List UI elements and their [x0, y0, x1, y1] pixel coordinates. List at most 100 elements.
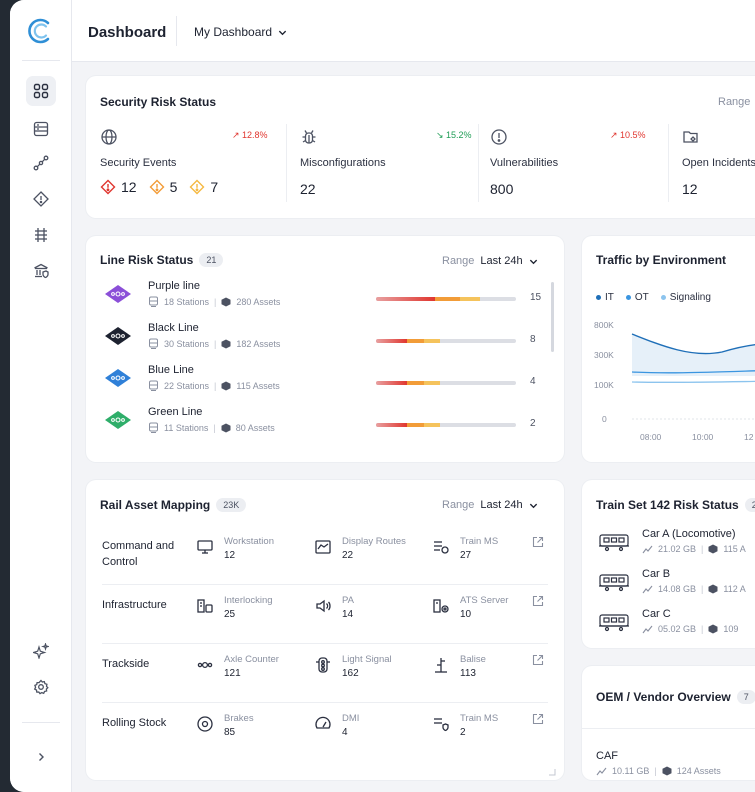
trend-indicator: ↘ 15.2% — [436, 130, 472, 140]
x-tick-label: 12 — [744, 432, 754, 442]
asset-type-item[interactable]: Train MS 27 — [432, 536, 542, 576]
line-risk-range-select[interactable]: Range Last 24h — [442, 255, 538, 267]
asset-type-item[interactable]: Axle Counter 121 — [196, 654, 306, 694]
risk-bar-high — [406, 381, 424, 385]
asset-type-item[interactable]: Train MS 2 — [432, 713, 542, 753]
train-car-icon — [599, 614, 629, 632]
oem-vendor-title-text: OEM / Vendor Overview — [596, 690, 731, 704]
cube-icon — [221, 339, 231, 348]
asset-type-item[interactable]: Balise 113 — [432, 654, 542, 694]
sidebar-expand-button[interactable] — [26, 742, 56, 772]
resize-handle[interactable] — [548, 768, 556, 776]
asset-type-item[interactable]: Light Signal 162 — [314, 654, 424, 694]
range-value: Last 24h — [480, 499, 523, 511]
ats-server-icon — [433, 599, 449, 613]
line-route-icon — [105, 369, 131, 387]
range-label: Range — [718, 96, 751, 108]
asset-type-label: PA — [342, 595, 354, 606]
asset-type-label: Interlocking — [224, 595, 273, 606]
asset-type-count: 10 — [460, 609, 472, 620]
legend-label: IT — [605, 292, 614, 303]
speaker-icon — [316, 599, 331, 613]
security-events-column[interactable]: ↗ 12.8% Security Events 12 5 7 — [100, 118, 276, 218]
line-row[interactable]: Blue Line 22 Stations | 115 Assets 4 — [104, 364, 536, 408]
legend-dot — [660, 295, 666, 300]
security-risk-title: Security Risk Status — [100, 95, 217, 109]
asset-type-item[interactable]: ATS Server 10 — [432, 595, 542, 635]
sidebar-item-network[interactable] — [26, 148, 56, 178]
car-row[interactable]: Car A (Locomotive) 21.02 GB | 115 A — [598, 528, 755, 568]
open-incidents-column[interactable]: Open Incidents 12 — [682, 118, 755, 218]
y-tick-label: 800K — [594, 320, 614, 330]
train-ms-shield-icon — [434, 718, 449, 732]
sidebar-item-assets[interactable] — [26, 114, 56, 144]
security-range-select[interactable]: Range — [718, 96, 750, 108]
car-row[interactable]: Car B 14.08 GB | 112 A — [598, 568, 755, 608]
misconfigurations-column[interactable]: ↘ 15.2% Misconfigurations 22 — [300, 118, 472, 218]
count-badge: 2 — [744, 498, 755, 512]
asset-type-count: 113 — [460, 668, 476, 679]
line-name: Purple line — [148, 280, 200, 292]
sidebar-item-dashboard[interactable] — [26, 76, 56, 106]
rail-asset-title-text: Rail Asset Mapping — [100, 498, 211, 512]
metric-label: Misconfigurations — [300, 157, 386, 169]
sidebar-item-stations[interactable] — [26, 256, 56, 286]
trend-indicator: ↗ 12.8% — [232, 130, 268, 140]
security-risk-card: Security Risk Status Range ↗ 12.8% Secur… — [86, 76, 755, 218]
train-car-icon — [599, 574, 629, 592]
legend-item-it[interactable]: IT — [596, 292, 614, 303]
divider — [582, 728, 755, 729]
display-routes-icon — [315, 540, 331, 554]
sidebar-item-rail[interactable] — [26, 220, 56, 250]
vendor-row[interactable]: CAF 10.11 GB | 124 Assets — [596, 750, 755, 780]
external-link-icon[interactable] — [532, 713, 544, 725]
asset-type-item[interactable]: DMI 4 — [314, 713, 424, 753]
scrollbar[interactable] — [551, 282, 554, 352]
x-tick-label: 10:00 — [692, 432, 714, 442]
rail-asset-range-select[interactable]: Range Last 24h — [442, 499, 538, 511]
asset-type-item[interactable]: Interlocking 25 — [196, 595, 306, 635]
car-row[interactable]: Car C 05.02 GB | 109 — [598, 608, 755, 648]
series-line-signaling — [631, 380, 755, 384]
dashboard-select[interactable]: My Dashboard — [194, 25, 287, 39]
vendor-assets: 124 Assets — [676, 766, 721, 776]
legend-item-ot[interactable]: OT — [625, 292, 649, 303]
asset-type-item[interactable]: Display Routes 22 — [314, 536, 424, 576]
app-logo[interactable] — [28, 18, 54, 44]
line-row[interactable]: Purple line 18 Stations | 280 Assets 15 — [104, 280, 541, 324]
asset-type-item[interactable]: PA 14 — [314, 595, 424, 635]
asset-type-label: Brakes — [224, 713, 254, 724]
external-link-icon[interactable] — [532, 595, 544, 607]
sidebar-item-settings[interactable] — [26, 672, 56, 702]
risk-bar-critical — [376, 423, 407, 427]
rail-asset-card: Rail Asset Mapping 23K Range Last 24h Comm… — [86, 480, 564, 780]
meta-separator: | — [214, 296, 217, 307]
asset-type-label: Display Routes — [342, 536, 406, 547]
legend-item-signaling[interactable]: Signaling — [660, 292, 711, 303]
line-row[interactable]: Green Line 11 Stations | 80 Assets 2 — [104, 406, 536, 450]
line-risk-title: Line Risk Status 21 — [100, 253, 224, 267]
line-meta: 11 Stations | 80 Assets — [148, 422, 275, 433]
vulnerabilities-column[interactable]: ↗ 10.5% Vulnerabilities 800 — [490, 118, 660, 218]
line-row[interactable]: Black Line 30 Stations | 182 Assets 8 — [104, 322, 536, 366]
asset-type-item[interactable]: Brakes 85 — [196, 713, 306, 753]
line-risk-title-text: Line Risk Status — [100, 253, 194, 267]
y-tick-label: 100K — [594, 380, 614, 390]
external-link-icon[interactable] — [532, 654, 544, 666]
sidebar-item-alerts[interactable] — [26, 184, 56, 214]
sidebar-item-ai[interactable] — [26, 636, 56, 666]
asset-type-count: 25 — [224, 609, 236, 620]
risk-count: 2 — [530, 418, 536, 429]
app-window: Dashboard My Dashboard Security Risk Sta… — [10, 0, 755, 792]
cube-icon — [221, 297, 231, 306]
asset-type-item[interactable]: Workstation 12 — [196, 536, 306, 576]
traffic-card: Traffic by Environment IT OT Signaling 8… — [582, 236, 755, 462]
count-badge: 23K — [216, 498, 247, 512]
traffic-title: Traffic by Environment — [596, 253, 727, 267]
risk-bar-high — [434, 297, 460, 301]
sidebar-divider — [22, 60, 60, 61]
bug-icon — [302, 130, 316, 144]
vendor-traffic: 10.11 GB — [612, 766, 650, 776]
line-stations: 30 Stations — [164, 338, 210, 349]
external-link-icon[interactable] — [532, 536, 544, 548]
